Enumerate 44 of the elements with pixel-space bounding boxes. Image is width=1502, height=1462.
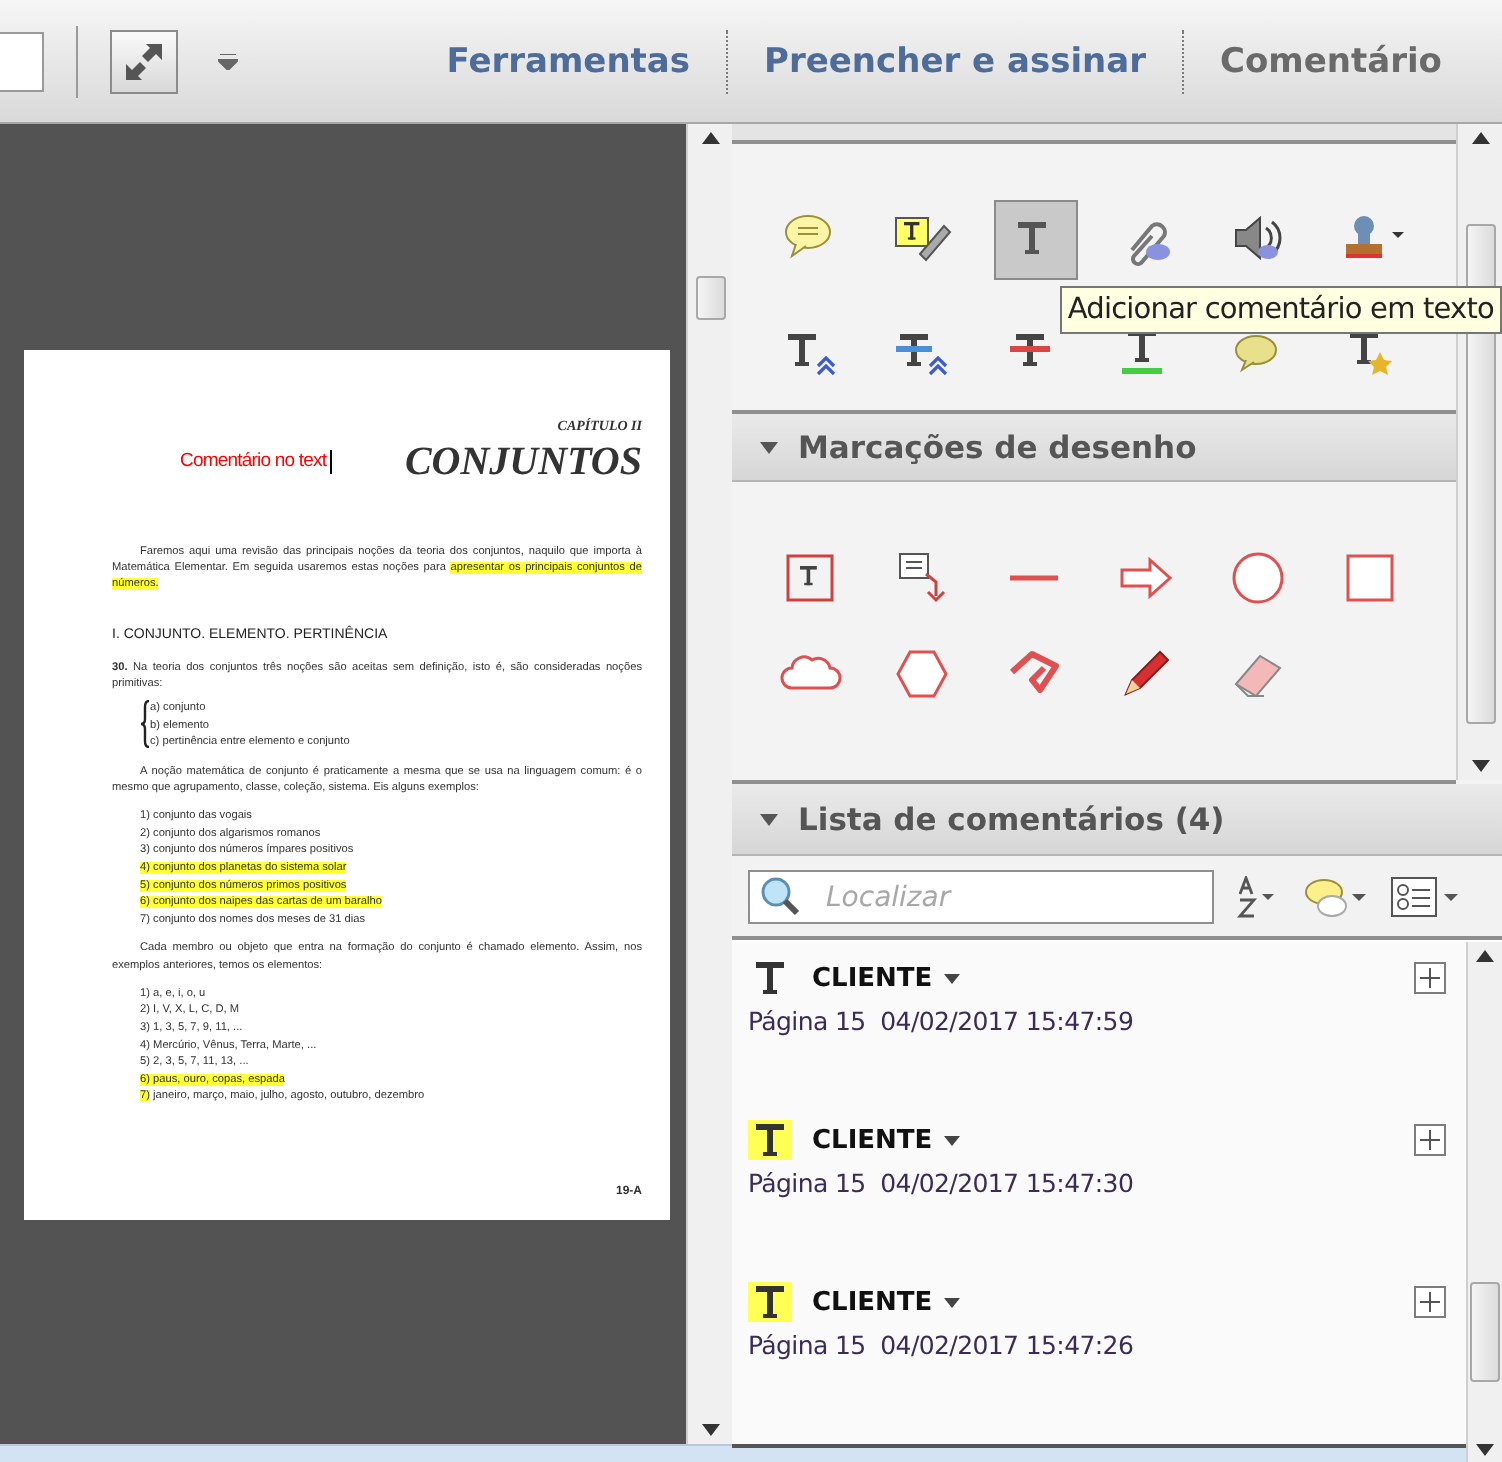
scroll-down-icon[interactable] xyxy=(1471,760,1489,772)
author-menu[interactable]: CLIENTE xyxy=(812,1287,961,1317)
caret-icon xyxy=(944,973,961,983)
comment-item[interactable]: CLIENTE Página 15 04/02/2017 15:47:30 xyxy=(748,1120,1466,1282)
expand-icon[interactable] xyxy=(1414,962,1446,994)
scroll-thumb[interactable] xyxy=(1470,1282,1500,1382)
search-icon xyxy=(760,876,800,916)
collapse-caret-icon xyxy=(760,441,778,453)
scroll-up-icon[interactable] xyxy=(1476,950,1494,962)
caret-icon xyxy=(944,1135,961,1145)
document-scrollbar[interactable] xyxy=(686,124,732,1444)
toolbar-tab[interactable]: Ferramentas xyxy=(410,29,727,93)
comment-filter-icon[interactable] xyxy=(1302,875,1370,919)
options-menu-icon[interactable] xyxy=(1390,875,1462,919)
full-screen-icon[interactable] xyxy=(110,29,178,93)
text-cursor xyxy=(330,450,333,474)
text-comment[interactable]: Comentário no text xyxy=(180,450,327,474)
expand-icon[interactable] xyxy=(1414,1124,1446,1156)
chapter-title: CONJUNTOS xyxy=(404,440,642,484)
toolbar-tab[interactable]: Preencher e assinar xyxy=(726,29,1182,93)
scroll-up-icon[interactable] xyxy=(1471,132,1489,144)
toolbar-tab[interactable]: Comentário xyxy=(1182,29,1478,93)
tooltip: Adicionar comentário em texto xyxy=(1059,286,1502,334)
comment-item[interactable]: CLIENTE Página 15 04/02/2017 15:47:26 xyxy=(748,1282,1466,1444)
scroll-thumb[interactable] xyxy=(695,276,725,320)
page-field[interactable] xyxy=(0,31,44,91)
comment-details: Página 15 04/02/2017 15:47:26 xyxy=(748,1330,1136,1360)
letter-t-icon[interactable] xyxy=(994,200,1078,280)
comment-item[interactable]: CLIENTE Página 15 04/02/2017 15:47:59 xyxy=(748,958,1466,1120)
comment-scrollbar[interactable] xyxy=(1466,942,1502,1462)
curly-brace-icon xyxy=(140,700,150,749)
section-header[interactable]: Marcações de desenho xyxy=(732,410,1456,482)
comment-details: Página 15 04/02/2017 15:47:30 xyxy=(748,1168,1136,1198)
expand-icon[interactable] xyxy=(1414,1286,1446,1318)
menu-caret-icon[interactable] xyxy=(218,53,238,69)
collapse-caret-icon xyxy=(760,813,778,825)
caret-icon xyxy=(944,1297,961,1307)
scroll-down-icon[interactable] xyxy=(701,1424,719,1436)
comment-details: Página 15 04/02/2017 15:47:59 xyxy=(748,1006,1136,1036)
section-header[interactable]: Lista de comentários (4) xyxy=(732,784,1502,856)
author-menu[interactable]: CLIENTE xyxy=(812,1125,961,1155)
scroll-up-icon[interactable] xyxy=(701,132,719,144)
search-field[interactable]: Localizar xyxy=(748,870,1214,924)
author-menu[interactable]: CLIENTE xyxy=(812,963,961,993)
